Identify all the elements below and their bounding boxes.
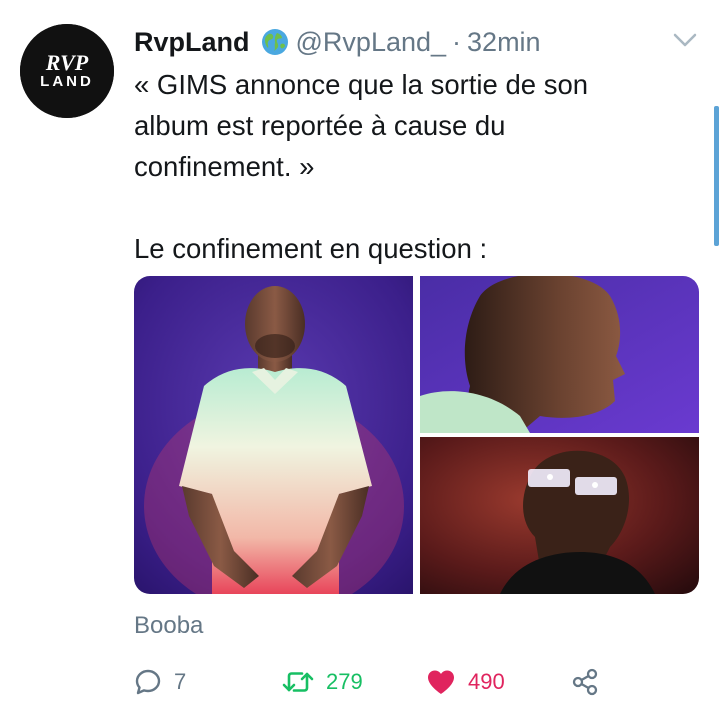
like-count: 490 bbox=[468, 669, 505, 694]
retweet-icon bbox=[282, 668, 314, 696]
tweet-text-line: album est reportée à cause du bbox=[134, 110, 506, 141]
avatar-text-top: RVP bbox=[45, 50, 89, 75]
reply-count: 7 bbox=[174, 669, 187, 694]
display-name[interactable]: RvpLand bbox=[134, 27, 250, 58]
globe-icon bbox=[260, 27, 290, 57]
tweet-card[interactable]: RVP LAND RvpLand @RvpLand_ · 32min « GIM… bbox=[0, 0, 719, 705]
timestamp[interactable]: 32min bbox=[467, 27, 541, 58]
photo-man-profile[interactable] bbox=[420, 276, 699, 433]
avatar[interactable]: RVP LAND bbox=[20, 24, 114, 118]
media-grid bbox=[134, 276, 699, 594]
retweet-count: 279 bbox=[326, 669, 363, 694]
reply-icon bbox=[134, 668, 162, 696]
like-button[interactable]: 490 bbox=[426, 664, 505, 700]
tweet-text: « GIMS annonce que la sortie de son albu… bbox=[134, 64, 694, 269]
share-icon bbox=[570, 667, 600, 697]
tweet-text-line: confinement. » bbox=[134, 151, 315, 182]
tweet-text-line: « GIMS annonce que la sortie de son bbox=[134, 69, 589, 100]
avatar-text-bottom: LAND bbox=[40, 73, 94, 90]
tweet-header: RvpLand @RvpLand_ · 32min bbox=[134, 24, 541, 60]
tweet-text-line: Le confinement en question : bbox=[134, 233, 488, 264]
tweet-actions: 7 279 490 bbox=[134, 664, 704, 700]
scrollbar[interactable] bbox=[714, 106, 719, 246]
separator-dot: · bbox=[452, 26, 462, 57]
reply-button[interactable]: 7 bbox=[134, 664, 186, 700]
heart-icon bbox=[426, 668, 456, 696]
chevron-down-icon[interactable] bbox=[671, 30, 699, 50]
photo-man-sunglasses[interactable] bbox=[420, 437, 699, 594]
retweet-button[interactable]: 279 bbox=[282, 664, 363, 700]
share-button[interactable] bbox=[570, 664, 600, 700]
handle[interactable]: @RvpLand_ bbox=[296, 27, 447, 58]
photo-man-standing[interactable] bbox=[134, 276, 413, 594]
tagged-user[interactable]: Booba bbox=[134, 612, 203, 640]
rvpland-logo-icon: RVP LAND bbox=[20, 24, 114, 118]
